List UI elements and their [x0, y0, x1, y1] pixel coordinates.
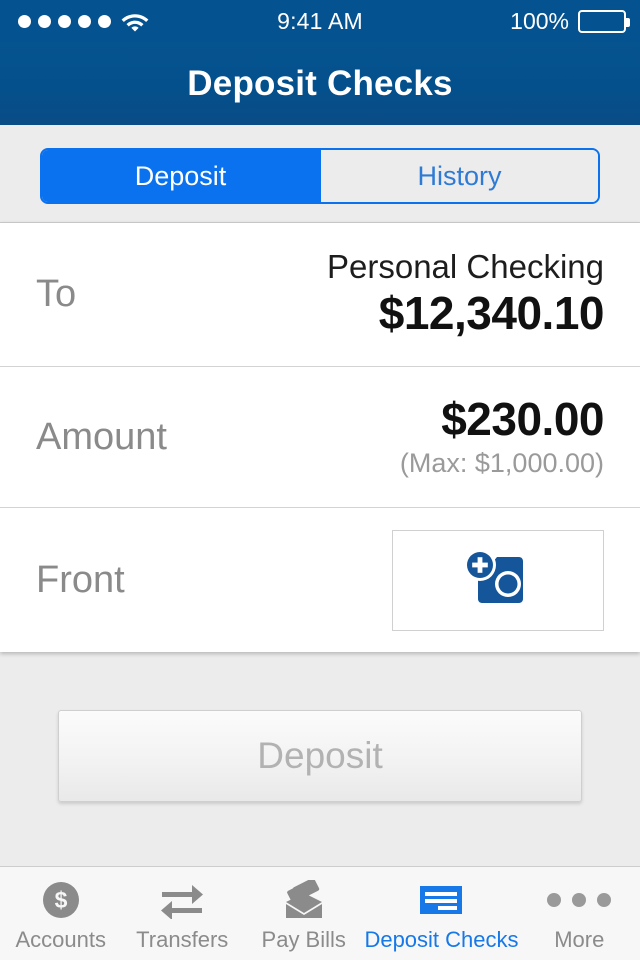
dollar-circle-icon: $ — [41, 879, 81, 921]
amount-label: Amount — [36, 415, 167, 458]
navigation-bar: Deposit Checks — [0, 42, 640, 125]
tab-bar-item-more[interactable]: More — [519, 867, 640, 960]
deposit-button[interactable]: Deposit — [58, 710, 582, 802]
tab-bar-label-more: More — [554, 926, 605, 952]
front-label: Front — [36, 558, 125, 601]
to-value-group: Personal Checking $12,340.10 — [327, 247, 605, 341]
to-label: To — [36, 273, 77, 315]
to-account-row[interactable]: To Personal Checking $12,340.10 — [0, 223, 640, 366]
envelope-bills-icon — [282, 879, 326, 921]
tab-bar-item-deposit-checks[interactable]: Deposit Checks — [364, 867, 519, 960]
tab-bar-label-deposit-checks: Deposit Checks — [364, 926, 519, 952]
deposit-form-card: To Personal Checking $12,340.10 Amount $… — [0, 222, 640, 652]
transfer-arrows-icon — [159, 879, 205, 921]
status-bar-right: 100% — [510, 0, 630, 42]
front-image-row[interactable]: Front — [0, 507, 640, 652]
tab-bar-item-transfers[interactable]: Transfers — [121, 867, 242, 960]
tab-deposit[interactable]: Deposit — [42, 150, 319, 202]
amount-max-note: (Max: $1,000.00) — [399, 447, 604, 478]
front-capture-group — [392, 529, 604, 631]
mobile-banking-screen: 9:41 AM 100% Deposit Checks Deposit Hist… — [0, 0, 640, 960]
tab-bar-label-pay-bills: Pay Bills — [261, 926, 346, 952]
segmented-control[interactable]: Deposit History — [40, 148, 600, 204]
tab-deposit-label: Deposit — [134, 160, 227, 191]
deposit-button-label: Deposit — [257, 735, 383, 776]
check-lines-icon — [418, 879, 464, 921]
ellipsis-icon — [547, 879, 612, 921]
account-balance-value: $12,340.10 — [378, 287, 605, 340]
add-camera-icon — [452, 549, 544, 611]
svg-text:$: $ — [54, 887, 67, 913]
tab-history[interactable]: History — [321, 150, 598, 202]
segmented-control-area: Deposit History — [0, 125, 640, 222]
battery-full-icon — [578, 9, 630, 33]
tab-bar: $ Accounts Transfers Pay Bills Deposit C… — [0, 866, 640, 960]
status-bar: 9:41 AM 100% — [0, 0, 640, 42]
tab-bar-label-transfers: Transfers — [136, 926, 229, 952]
battery-percent-label: 100% — [510, 7, 569, 34]
tab-history-label: History — [417, 160, 502, 191]
tab-bar-item-accounts[interactable]: $ Accounts — [0, 867, 121, 960]
amount-row[interactable]: Amount $230.00 (Max: $1,000.00) — [0, 366, 640, 507]
front-capture-button[interactable] — [392, 529, 604, 631]
tab-bar-label-accounts: Accounts — [15, 926, 106, 952]
amount-value: $230.00 — [441, 393, 604, 446]
page-title: Deposit Checks — [187, 63, 453, 103]
account-name-value: Personal Checking — [327, 247, 604, 285]
amount-value-group: $230.00 (Max: $1,000.00) — [399, 393, 605, 481]
tab-bar-item-pay-bills[interactable]: Pay Bills — [243, 867, 364, 960]
